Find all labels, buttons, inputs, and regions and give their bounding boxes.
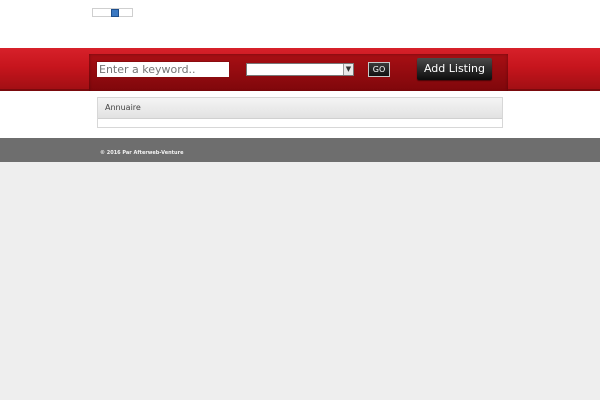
top-bar	[0, 0, 600, 48]
category-select[interactable]: ▼	[246, 63, 354, 76]
go-button[interactable]: GO	[368, 62, 390, 77]
keyword-search-input[interactable]	[96, 61, 230, 78]
dropdown-arrow-icon: ▼	[343, 64, 353, 75]
panel-header: Annuaire	[98, 98, 502, 119]
panel-title: Annuaire	[105, 103, 141, 112]
copyright-text: © 2016 Par Afterweb-Venture	[100, 150, 184, 156]
site-logo[interactable]	[92, 8, 133, 17]
directory-panel: Annuaire	[97, 97, 503, 128]
add-listing-button[interactable]: Add Listing	[417, 58, 492, 80]
footer: © 2016 Par Afterweb-Venture	[0, 138, 600, 162]
broken-image-icon	[111, 9, 119, 17]
